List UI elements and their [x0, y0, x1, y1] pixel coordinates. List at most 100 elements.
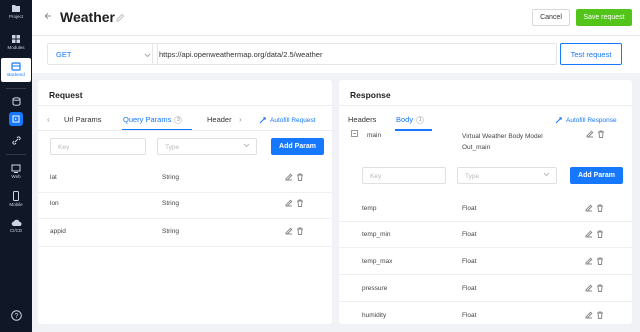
api-icon	[12, 115, 20, 123]
field-name: pressure	[362, 285, 388, 292]
table-row: appid String	[38, 224, 332, 242]
row-divider	[339, 274, 632, 275]
trash-icon[interactable]	[596, 311, 604, 319]
table-row: lat String	[38, 170, 332, 188]
field-type: Float	[462, 312, 477, 319]
edit-icon[interactable]	[285, 173, 293, 181]
trash-icon[interactable]	[296, 227, 304, 235]
sidebar-item-database[interactable]	[9, 94, 23, 108]
autofill-label: Autofill Request	[270, 116, 316, 124]
tab-header[interactable]: Header	[207, 115, 232, 124]
type-select[interactable]: Type	[157, 138, 257, 155]
edit-icon[interactable]	[585, 230, 593, 238]
edit-icon[interactable]	[285, 227, 293, 235]
field-name: temp_min	[362, 231, 391, 238]
response-title: Response	[350, 90, 391, 100]
tab-headers[interactable]: Headers	[348, 115, 376, 124]
row-divider	[38, 192, 332, 193]
field-name: temp_max	[362, 258, 393, 265]
tree-node-main[interactable]: main	[367, 132, 381, 139]
response-tabs: Headers Body 1 Autofill Response	[339, 112, 632, 131]
sidebar-item-cicd[interactable]: CI/CD	[0, 219, 32, 233]
row-divider	[339, 247, 632, 248]
tab-label: Body	[396, 115, 414, 124]
sidebar-item-label: Web	[11, 174, 21, 179]
edit-icon[interactable]	[586, 130, 594, 138]
count-badge: 1	[416, 116, 425, 124]
sidebar: Project Modules Backend Web Mobile CI/CD…	[0, 0, 32, 332]
response-panel: Response Headers Body 1 Autofill Response…	[339, 80, 632, 324]
sidebar-item-label: Project	[8, 14, 23, 19]
save-request-button[interactable]: Save request	[576, 9, 632, 26]
param-name: appid	[50, 228, 66, 235]
sidebar-item-mobile[interactable]: Mobile	[0, 191, 32, 207]
sidebar-item-backend[interactable]: Backend	[1, 58, 31, 82]
tab-url-params[interactable]: Url Params	[64, 115, 102, 124]
key-input[interactable]: Key	[50, 138, 146, 155]
url-input[interactable]: https://api.openweathermap.org/data/2.5/…	[152, 43, 557, 65]
trash-icon[interactable]	[596, 284, 604, 292]
param-name: lat	[50, 174, 57, 181]
sidebar-item-label: Modules	[7, 45, 25, 50]
param-name: lon	[50, 200, 59, 207]
field-type: Float	[462, 231, 477, 238]
autofill-response-link[interactable]: Autofill Response	[555, 116, 617, 124]
sidebar-item-project[interactable]: Project	[0, 4, 32, 19]
field-type: Float	[462, 258, 477, 265]
method-select[interactable]: GET	[47, 43, 158, 65]
sidebar-item-help[interactable]: ?	[0, 310, 32, 321]
sidebar-item-label: Backend	[7, 72, 25, 77]
model-line: Out_main	[462, 144, 491, 151]
key-input[interactable]: Key	[362, 167, 446, 184]
web-icon	[11, 164, 21, 173]
sidebar-item-modules[interactable]: Modules	[0, 34, 32, 50]
param-type: String	[162, 228, 179, 235]
autofill-label: Autofill Response	[566, 116, 617, 124]
model-name: Virtual Weather Body Model Out_main	[462, 131, 562, 153]
tab-query-params[interactable]: Query Params 3	[123, 115, 183, 124]
active-tab-indicator	[395, 129, 432, 131]
edit-icon[interactable]	[585, 204, 593, 212]
type-select[interactable]: Type	[457, 167, 557, 184]
trash-icon[interactable]	[296, 173, 304, 181]
edit-icon[interactable]	[116, 13, 125, 24]
backend-icon	[11, 62, 21, 71]
test-request-button[interactable]: Test request	[560, 43, 622, 65]
cancel-button[interactable]: Cancel	[532, 9, 570, 26]
add-param-button[interactable]: Add Param	[570, 167, 623, 184]
param-type: String	[162, 200, 179, 207]
divider	[339, 105, 632, 106]
field-type: Float	[462, 205, 477, 212]
chevron-right-icon[interactable]: ›	[239, 115, 242, 124]
table-row: temp Float	[339, 201, 632, 219]
autofill-request-link[interactable]: Autofill Request	[259, 116, 316, 124]
back-arrow-icon[interactable]	[44, 12, 52, 22]
database-icon	[12, 96, 20, 106]
trash-icon[interactable]	[296, 199, 304, 207]
help-icon: ?	[10, 310, 22, 321]
collapse-icon[interactable]	[351, 130, 358, 139]
sidebar-item-link[interactable]	[9, 133, 23, 147]
divider	[38, 105, 332, 106]
trash-icon[interactable]	[597, 130, 605, 138]
edit-icon[interactable]	[285, 199, 293, 207]
row-divider	[339, 221, 632, 222]
tab-body[interactable]: Body 1	[396, 115, 425, 124]
sidebar-item-web[interactable]: Web	[0, 164, 32, 179]
trash-icon[interactable]	[596, 204, 604, 212]
trash-icon[interactable]	[596, 230, 604, 238]
table-row: temp_max Float	[339, 254, 632, 272]
add-param-button[interactable]: Add Param	[271, 138, 324, 155]
edit-icon[interactable]	[585, 311, 593, 319]
row-divider	[339, 301, 632, 302]
edit-icon[interactable]	[585, 257, 593, 265]
edit-icon[interactable]	[585, 284, 593, 292]
magic-wand-icon	[555, 117, 562, 124]
chevron-left-icon[interactable]: ‹	[47, 115, 50, 124]
trash-icon[interactable]	[596, 257, 604, 265]
sidebar-divider	[6, 88, 26, 89]
sidebar-item-api[interactable]	[9, 112, 23, 126]
count-badge: 3	[174, 116, 183, 124]
row-divider	[38, 218, 332, 219]
cloud-icon	[11, 219, 21, 227]
